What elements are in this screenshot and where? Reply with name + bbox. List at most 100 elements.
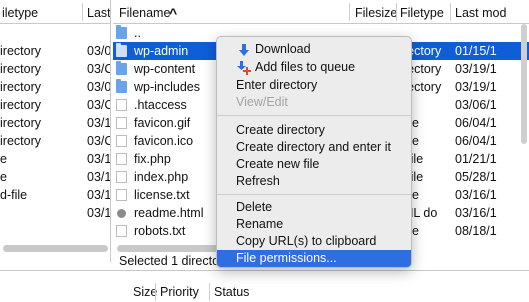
file-icon — [116, 189, 127, 201]
file-icon — [116, 153, 127, 165]
file-icon — [116, 225, 127, 237]
filetype-cell: irectory — [0, 98, 41, 112]
table-row[interactable]: irectory 03/0 — [0, 42, 110, 60]
filetype-cell: irectory — [0, 80, 41, 94]
download-label: Download — [255, 42, 311, 56]
filetype-cell — [0, 24, 80, 42]
lastmod-header[interactable]: Last mod — [455, 0, 517, 24]
lastmod-cell: 03/19/1 — [455, 62, 497, 76]
file-icon — [116, 117, 127, 129]
folder-icon — [116, 25, 127, 39]
lastmod-cell: 01/15/1 — [455, 44, 497, 58]
lastmod-cell: 03/06/1 — [455, 98, 497, 112]
lastmod-cell — [87, 24, 110, 42]
column-divider[interactable] — [209, 283, 210, 301]
local-file-list[interactable]: iletype Last irectory 03/0 irectory 03/C ire… — [0, 0, 111, 262]
filetype-cell: irectory — [0, 44, 41, 58]
menu-item-copy-url[interactable]: Copy URL(s) to clipboard — [217, 233, 411, 250]
globe-icon — [117, 209, 126, 218]
folder-icon — [116, 61, 127, 75]
menu-item-view-edit: View/Edit — [236, 95, 288, 109]
local-horizontal-scrollbar[interactable] — [3, 245, 108, 252]
local-rows: irectory 03/0 irectory 03/C irectory 03/0 irec… — [0, 24, 110, 222]
lastmod-cell: 03/16/1 — [455, 206, 497, 220]
sort-ascending-icon[interactable]: ^ — [169, 0, 183, 24]
table-row[interactable]: e 03/1 — [0, 150, 110, 168]
lastmod-cell: 03/C — [87, 134, 111, 148]
folder-icon — [116, 79, 127, 93]
table-row[interactable]: irectory 03/C — [0, 96, 110, 114]
remote-horizontal-scrollbar[interactable] — [117, 245, 219, 252]
add-to-queue-label: Add files to queue — [255, 60, 356, 74]
remote-list-header: Filename ^ Filesize Filetype Last mod — [113, 0, 529, 24]
transfer-queue-header: Size Priority Status — [0, 270, 529, 302]
table-row[interactable]: irectory 03/C — [0, 132, 110, 150]
filetype-cell: irectory — [0, 62, 41, 76]
lastmod-cell: 03/C — [87, 62, 111, 76]
table-row[interactable]: 03/1 — [0, 204, 110, 222]
table-row[interactable]: d-file 03/1 — [0, 186, 110, 204]
filetype-header[interactable]: Filetype — [400, 0, 448, 24]
lastmod-cell: 01/21/1 — [455, 152, 497, 166]
menu-separator — [217, 194, 411, 195]
column-divider[interactable] — [82, 3, 83, 21]
queue-size-header[interactable]: Size — [133, 281, 157, 302]
file-icon — [116, 99, 127, 111]
filename-header[interactable]: Filename — [119, 0, 173, 24]
queue-priority-header[interactable]: Priority — [160, 281, 199, 302]
menu-item-create-directory-enter[interactable]: Create directory and enter it — [217, 139, 411, 156]
table-row[interactable]: irectory 03/1 — [0, 114, 110, 132]
table-row[interactable]: irectory 03/C — [0, 60, 110, 78]
filetype-cell: irectory — [0, 116, 41, 130]
menu-item-enter-directory[interactable]: Enter directory — [217, 77, 411, 94]
menu-separator — [217, 115, 411, 116]
filetype-cell: e — [0, 170, 7, 184]
table-row[interactable]: irectory 03/0 — [0, 78, 110, 96]
lastmod-cell — [455, 24, 517, 42]
local-lastmod-header[interactable]: Last — [87, 0, 110, 24]
table-row[interactable] — [0, 24, 110, 42]
lastmod-cell: 06/04/1 — [455, 134, 497, 148]
lastmod-cell: 03/1 — [87, 152, 111, 166]
filetype-cell — [0, 204, 80, 222]
lastmod-cell: 03/1 — [87, 170, 111, 184]
add-to-queue-icon — [237, 61, 251, 75]
file-icon — [116, 135, 127, 147]
table-row[interactable]: e 03/1 — [0, 168, 110, 186]
menu-item-add-to-queue[interactable]: Add files to queue — [217, 59, 411, 76]
context-menu: Download Add files to queue Enter direct… — [216, 36, 412, 268]
column-divider[interactable] — [155, 283, 156, 301]
filetype-cell: irectory — [0, 134, 41, 148]
lastmod-cell: 03/19/1 — [455, 80, 497, 94]
local-filetype-header[interactable]: iletype — [2, 0, 80, 24]
local-list-header: iletype Last — [0, 0, 110, 24]
lastmod-cell: 06/04/1 — [455, 116, 497, 130]
lastmod-cell: 03/1 — [87, 188, 111, 202]
queue-status-header[interactable]: Status — [214, 281, 249, 302]
lastmod-cell: 05/28/1 — [455, 170, 497, 184]
lastmod-cell: 03/C — [87, 98, 111, 112]
lastmod-cell: 03/1 — [87, 206, 111, 220]
menu-item-download[interactable]: Download — [217, 41, 411, 58]
filesize-header[interactable]: Filesize — [355, 0, 397, 24]
file-icon — [116, 171, 127, 183]
filetype-cell: e — [0, 152, 7, 166]
menu-item-refresh[interactable]: Refresh — [217, 173, 411, 190]
menu-item-create-directory[interactable]: Create directory — [217, 122, 411, 139]
remote-vertical-scrollbar[interactable] — [521, 24, 527, 144]
column-divider[interactable] — [450, 3, 451, 21]
menu-item-delete[interactable]: Delete — [217, 199, 411, 216]
filetype-cell: d-file — [0, 188, 28, 202]
column-divider[interactable] — [396, 3, 397, 21]
lastmod-cell: 03/0 — [87, 44, 111, 58]
column-divider[interactable] — [349, 3, 350, 21]
lastmod-cell: 03/16/1 — [455, 188, 497, 202]
menu-item-file-permissions[interactable]: File permissions... — [217, 250, 411, 267]
folder-icon — [116, 43, 127, 57]
lastmod-cell: 03/0 — [87, 80, 111, 94]
lastmod-cell: 08/18/1 — [455, 224, 497, 238]
menu-item-rename[interactable]: Rename — [217, 216, 411, 233]
menu-item-create-file[interactable]: Create new file — [217, 156, 411, 173]
download-icon — [239, 44, 249, 56]
lastmod-cell: 03/1 — [87, 116, 111, 130]
